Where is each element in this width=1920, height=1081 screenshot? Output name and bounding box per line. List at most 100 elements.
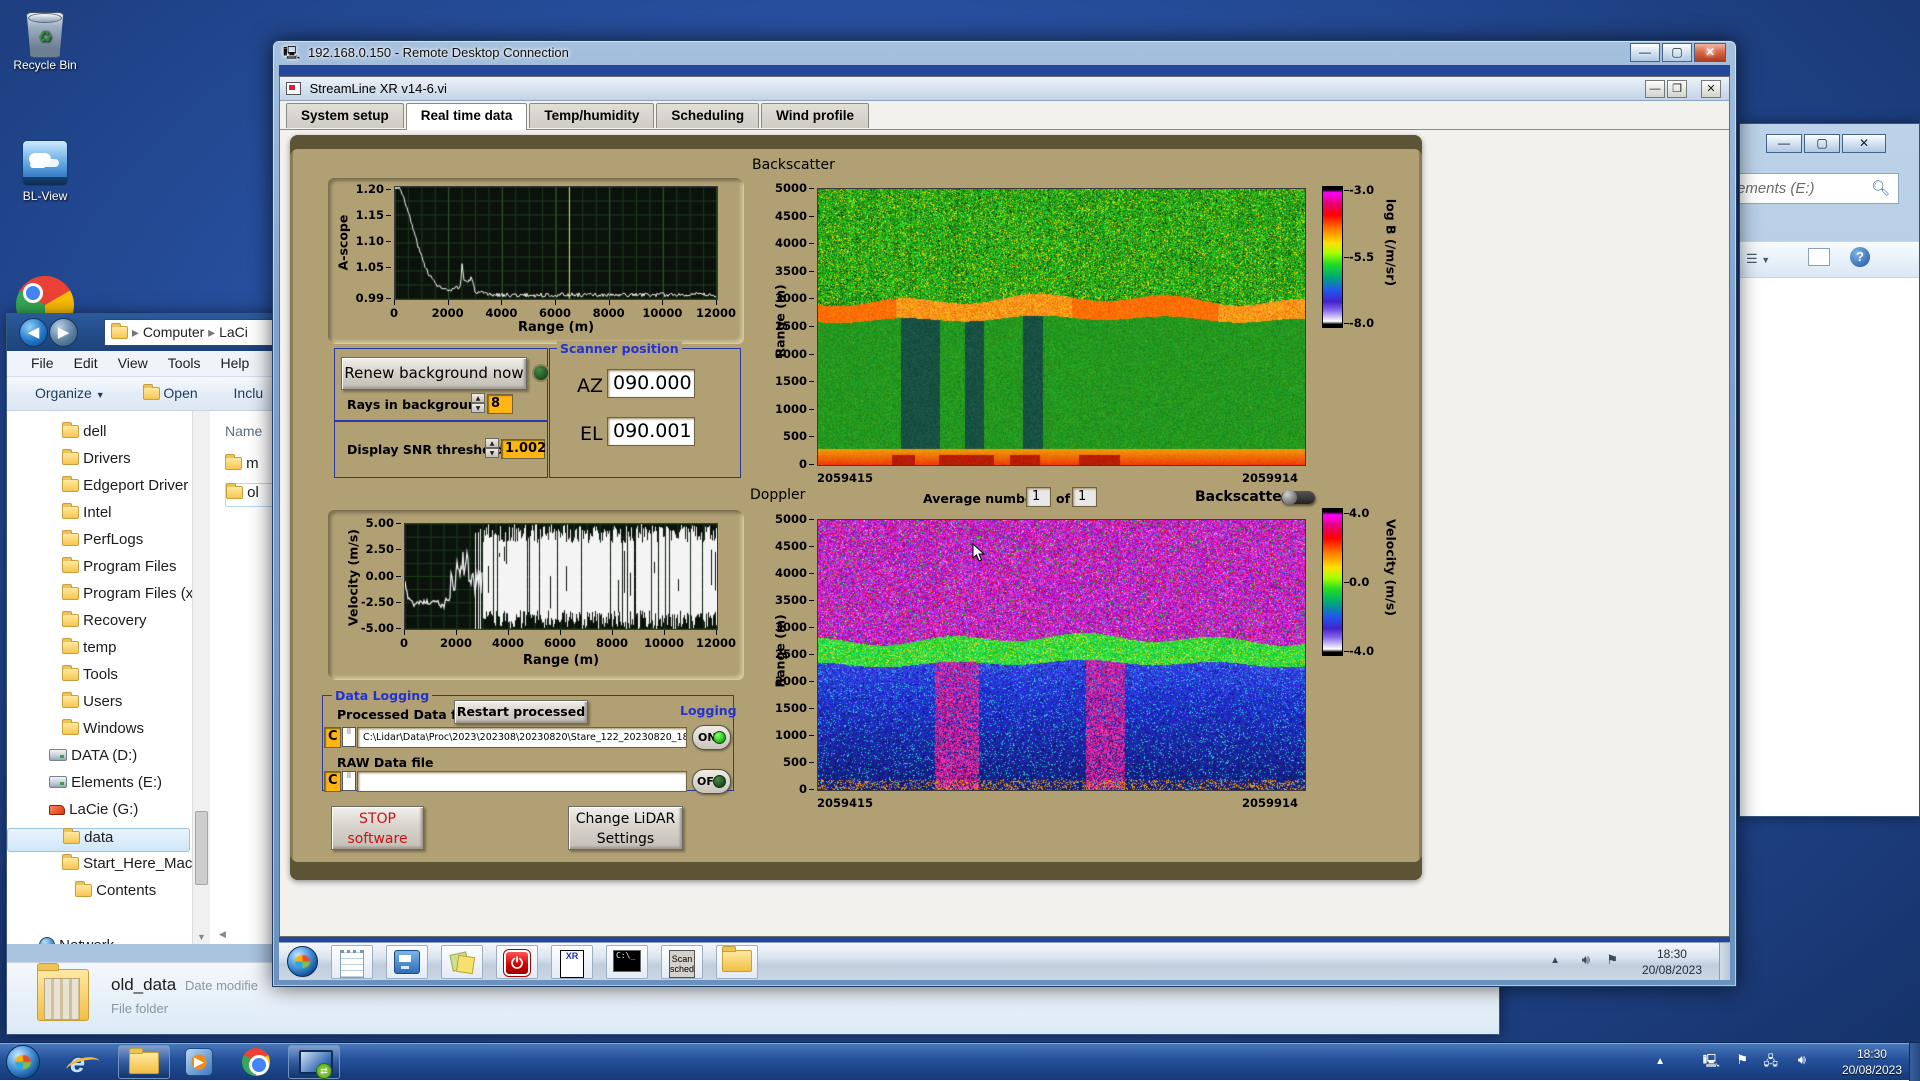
host-rdp-tray-icon[interactable]: 🖳 xyxy=(1703,1052,1720,1074)
host-clock[interactable]: 18:3020/08/2023 xyxy=(1842,1046,1902,1078)
raw-logging-toggle[interactable]: OFF xyxy=(692,769,731,794)
column-header-name[interactable]: Name xyxy=(225,423,262,439)
remote-start-button[interactable] xyxy=(287,946,318,977)
snr-value-field[interactable]: 1.002 xyxy=(501,439,545,459)
rdp-minimize-button[interactable]: — xyxy=(1630,43,1660,62)
tree-item-tools[interactable]: Tools xyxy=(7,666,190,690)
tree-item-perflogs[interactable]: PerfLogs xyxy=(7,531,190,555)
host-action-center-icon[interactable]: ⚑ xyxy=(1736,1052,1748,1068)
back-button[interactable]: ◀ xyxy=(19,318,48,347)
raw-browse-button[interactable]: ⠿ xyxy=(342,771,356,791)
vi-close-button[interactable]: ✕ xyxy=(1701,80,1721,98)
menu-view[interactable]: View xyxy=(108,351,158,375)
open-button[interactable]: Open xyxy=(135,377,206,409)
average-first-field[interactable]: 1 xyxy=(1026,487,1051,507)
vi-title-bar[interactable]: StreamLine XR v14-6.vi — ❐ ✕ xyxy=(280,77,1729,101)
host-network-icon[interactable]: 🖧 xyxy=(1764,1052,1779,1074)
tab-system-setup[interactable]: System setup xyxy=(286,103,404,128)
raw-path-field[interactable] xyxy=(357,771,687,792)
search-input[interactable]: ements (E:) 🔍︎ xyxy=(1739,173,1899,204)
tree-item-lacie-g-[interactable]: LaCie (G:) xyxy=(7,801,190,825)
remote-taskbar-explorer-folder-button[interactable] xyxy=(716,945,758,979)
tree-item-temp[interactable]: temp xyxy=(7,639,190,663)
snr-spin-up[interactable]: ▲ xyxy=(485,438,499,448)
tree-item-dell[interactable]: dell xyxy=(7,423,190,447)
tree-item-program-files-x[interactable]: Program Files (x xyxy=(7,585,190,609)
breadcrumb-lacie[interactable]: LaCi xyxy=(219,324,248,340)
host-volume-icon[interactable]: 🔊︎ xyxy=(1798,1052,1806,1068)
host-start-button[interactable] xyxy=(6,1045,40,1079)
tree-item-windows[interactable]: Windows xyxy=(7,720,190,744)
processed-path-field[interactable]: C:\Lidar\Data\Proc\2023\202308\20230820\… xyxy=(357,727,687,748)
remote-taskbar-command-prompt-button[interactable]: C:\_ xyxy=(606,945,648,979)
el-value-field[interactable]: 090.001 xyxy=(607,417,695,446)
tree-item-data[interactable]: data xyxy=(7,828,190,852)
rdp-close-button[interactable]: ✕ xyxy=(1694,43,1726,62)
files-scroll-left-icon[interactable]: ◀ xyxy=(219,929,226,940)
host-show-desktop-button[interactable] xyxy=(1909,1043,1920,1081)
close-button[interactable]: ✕ xyxy=(1842,134,1886,153)
include-button[interactable]: Inclu xyxy=(226,377,272,409)
tree-item-users[interactable]: Users xyxy=(7,693,190,717)
az-value-field[interactable]: 090.000 xyxy=(607,369,695,398)
restart-processed-button[interactable]: Restart processed file xyxy=(454,700,588,724)
taskbar-rdp-button[interactable] xyxy=(288,1045,340,1079)
remote-clock[interactable]: 18:3020/08/2023 xyxy=(1642,946,1702,978)
forward-button[interactable]: ▶ xyxy=(49,318,78,347)
remote-taskbar-sticky-notes-button[interactable] xyxy=(441,945,483,979)
rdp-maximize-button[interactable]: ▢ xyxy=(1662,43,1692,62)
tree-item-intel[interactable]: Intel xyxy=(7,504,190,528)
tree-scroll-down-icon[interactable]: ▼ xyxy=(197,932,206,942)
tree-item-program-files[interactable]: Program Files xyxy=(7,558,190,582)
minimize-button[interactable]: — xyxy=(1766,134,1802,153)
vi-restore-button[interactable]: ❐ xyxy=(1667,80,1687,98)
rdp-title-bar[interactable]: 🖳 192.168.0.150 - Remote Desktop Connect… xyxy=(273,41,1736,65)
remote-tray-expand-icon[interactable]: ▲ xyxy=(1550,955,1560,966)
tree-item-start-here-mac-[interactable]: Start_Here_Mac. xyxy=(7,855,190,879)
tab-real-time-data[interactable]: Real time data xyxy=(406,103,528,130)
breadcrumb-computer[interactable]: Computer xyxy=(143,324,204,340)
taskbar-chrome-icon[interactable] xyxy=(242,1048,270,1076)
rays-spin-down[interactable]: ▼ xyxy=(471,403,485,413)
tree-item-network[interactable]: Network xyxy=(7,937,190,944)
taskbar-ie-icon[interactable]: e xyxy=(70,1048,85,1079)
menu-help[interactable]: Help xyxy=(210,351,259,375)
stop-software-button[interactable]: STOPsoftware xyxy=(331,806,424,850)
tab-temp-humidity[interactable]: Temp/humidity xyxy=(529,103,654,128)
tree-item-recovery[interactable]: Recovery xyxy=(7,612,190,636)
remote-taskbar-display-settings-button[interactable] xyxy=(386,945,428,979)
processed-drive-field[interactable]: C xyxy=(324,727,341,748)
vi-minimize-button[interactable]: — xyxy=(1645,80,1665,98)
help-icon[interactable]: ? xyxy=(1850,247,1870,267)
desktop-icon-recycle-bin[interactable]: Recycle Bin xyxy=(2,12,88,72)
tree-item-edgeport-driver[interactable]: Edgeport Driver xyxy=(7,477,190,501)
menu-edit[interactable]: Edit xyxy=(64,351,108,375)
renew-background-button[interactable]: Renew background now xyxy=(341,357,527,390)
maximize-button[interactable]: ▢ xyxy=(1804,134,1840,153)
snr-spinner[interactable]: ▲ ▼ xyxy=(485,438,499,459)
taskbar-wmp-icon[interactable] xyxy=(185,1048,213,1076)
preview-pane-icon[interactable] xyxy=(1808,248,1830,266)
rays-spinner[interactable]: ▲ ▼ xyxy=(471,393,485,414)
raw-drive-field[interactable]: C xyxy=(324,771,341,792)
remote-action-center-icon[interactable]: ⚑ xyxy=(1606,952,1618,968)
average-second-field[interactable]: 1 xyxy=(1072,487,1097,507)
host-tray-expand-icon[interactable]: ▲ xyxy=(1655,1056,1665,1067)
tree-item-contents[interactable]: Contents xyxy=(7,882,190,906)
tree-item-data-d-[interactable]: DATA (D:) xyxy=(7,747,190,771)
remote-taskbar-labview-xr-button[interactable]: XR xyxy=(551,945,593,979)
tab-scheduling[interactable]: Scheduling xyxy=(656,103,759,128)
remote-taskbar-power-button[interactable] xyxy=(496,945,538,979)
tree-scrollbar-thumb[interactable] xyxy=(195,811,208,885)
taskbar-explorer-button[interactable] xyxy=(118,1045,170,1079)
menu-file[interactable]: File xyxy=(21,351,64,375)
view-list-icon[interactable]: ☰ ▼ xyxy=(1746,251,1770,267)
tree-scrollbar[interactable]: ▼ xyxy=(192,411,210,944)
tree-item-drivers[interactable]: Drivers xyxy=(7,450,190,474)
desktop-icon-bl-view[interactable]: BL-View xyxy=(2,140,88,203)
remote-taskbar-notepad-button[interactable] xyxy=(331,945,373,979)
remote-show-desktop-button[interactable] xyxy=(1719,943,1730,980)
processed-logging-toggle[interactable]: ON xyxy=(692,725,731,750)
rays-spin-up[interactable]: ▲ xyxy=(471,393,485,403)
processed-browse-button[interactable]: ⠿ xyxy=(342,727,356,747)
